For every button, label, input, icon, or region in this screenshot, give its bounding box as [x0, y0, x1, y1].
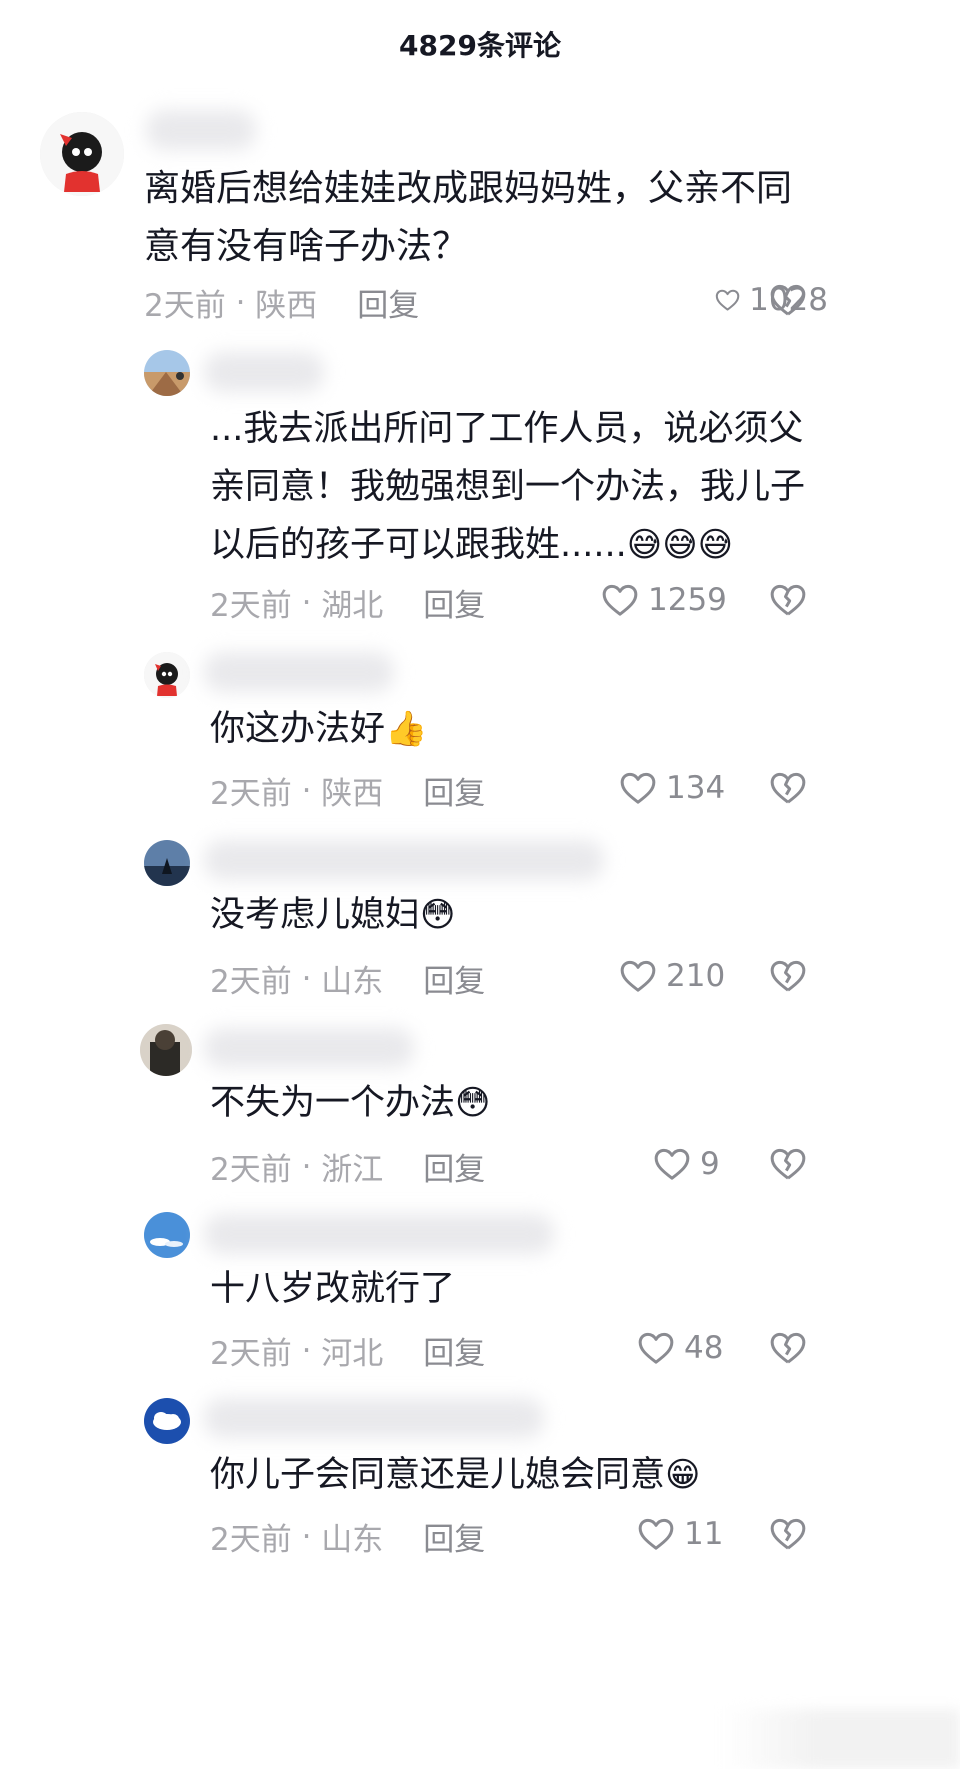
comment-location: 山东	[321, 964, 384, 1000]
like-button[interactable]: 210	[618, 956, 725, 996]
avatar[interactable]	[40, 112, 124, 196]
dislike-button[interactable]	[768, 1514, 808, 1554]
comment-text: 你儿子会同意还是儿媳会同意😁	[210, 1446, 830, 1504]
comments-header: 4829条评论	[0, 0, 960, 88]
username-blurred[interactable]	[146, 110, 256, 150]
username-blurred[interactable]	[204, 840, 604, 880]
broken-heart-icon	[770, 960, 806, 992]
comment-time: 2天前	[144, 288, 226, 324]
reply-button[interactable]: 回复	[357, 280, 419, 325]
comment-location: 浙江	[321, 1152, 384, 1188]
emoji: 👍	[385, 709, 428, 749]
reply-button[interactable]: 回复	[423, 580, 485, 625]
comment-time: 2天前	[210, 964, 292, 1000]
broken-heart-icon	[770, 1518, 806, 1550]
comment-text: 不失为一个办法😳	[210, 1074, 830, 1132]
comment-meta: 2天前 · 陕西 回复	[144, 280, 419, 325]
comment-location: 陕西	[321, 776, 384, 812]
avatar[interactable]	[144, 652, 190, 698]
reply-button[interactable]: 回复	[423, 768, 485, 813]
avatar[interactable]	[144, 350, 190, 396]
comment-time: 2天前	[210, 1152, 292, 1188]
dislike-button[interactable]	[768, 956, 808, 996]
meta-dot: ·	[291, 584, 322, 621]
meta-dot: ·	[291, 1518, 322, 1555]
broken-heart-icon	[770, 284, 806, 316]
comment-meta: 2天前 · 陕西 回复	[210, 768, 485, 813]
like-count: 11	[684, 1516, 724, 1552]
broken-heart-icon	[770, 1332, 806, 1364]
comment-meta: 2天前 · 浙江 回复	[210, 1144, 485, 1189]
broken-heart-icon	[770, 1148, 806, 1180]
comment-time: 2天前	[210, 1522, 292, 1558]
avatar[interactable]	[144, 840, 190, 886]
meta-dot: ·	[225, 284, 256, 321]
like-button[interactable]: 134	[618, 768, 725, 808]
dislike-button[interactable]	[768, 1144, 808, 1184]
dislike-button[interactable]	[768, 580, 808, 620]
avatar[interactable]	[140, 1024, 192, 1076]
like-count: 210	[666, 958, 726, 994]
comment-location: 河北	[321, 1336, 384, 1372]
comment-location: 山东	[321, 1522, 384, 1558]
comment-time: 2天前	[210, 776, 292, 812]
username-blurred[interactable]	[204, 652, 394, 692]
broken-heart-icon	[770, 584, 806, 616]
reply-button[interactable]: 回复	[423, 1328, 485, 1373]
reply-button[interactable]: 回复	[423, 1514, 485, 1559]
meta-dot: ·	[291, 1332, 322, 1369]
dislike-button[interactable]	[768, 1328, 808, 1368]
comment-count-title: 4829条评论	[399, 29, 561, 62]
comment-text: 十八岁改就行了	[210, 1269, 456, 1309]
watermark-blur	[720, 1709, 960, 1769]
heart-outline-icon	[638, 1332, 674, 1364]
comment-meta: 2天前 · 山东 回复	[210, 956, 485, 1001]
emoji: 😳	[455, 1083, 491, 1123]
like-count: 1259	[648, 582, 727, 618]
comment-text: ...我去派出所问了工作人员，说必须父 亲同意！我勉强想到一个办法，我儿子 以后…	[210, 400, 830, 574]
comment-text: 没考虑儿媳妇😳	[210, 886, 830, 944]
username-blurred[interactable]	[204, 352, 324, 392]
avatar[interactable]	[144, 1398, 190, 1444]
like-button[interactable]: 48	[636, 1328, 723, 1368]
like-button[interactable]: 9	[652, 1144, 720, 1184]
like-count: 134	[666, 770, 726, 806]
like-button[interactable]: 1259	[600, 580, 727, 620]
comment-location: 陕西	[255, 288, 318, 324]
like-count: 48	[684, 1330, 724, 1366]
comment-time: 2天前	[210, 1336, 292, 1372]
emoji: 😳	[420, 895, 456, 935]
comment-text: 你这办法好👍	[210, 700, 830, 758]
avatar[interactable]	[144, 1212, 190, 1258]
comment-time: 2天前	[210, 588, 292, 624]
meta-dot: ·	[291, 960, 322, 997]
username-blurred[interactable]	[204, 1028, 414, 1068]
username-blurred[interactable]	[204, 1214, 554, 1254]
reply-button[interactable]: 回复	[423, 1144, 485, 1189]
heart-outline-icon	[620, 772, 656, 804]
dislike-button[interactable]	[768, 768, 808, 808]
comment-location: 湖北	[321, 588, 384, 624]
like-count: 9	[700, 1146, 720, 1182]
meta-dot: ·	[291, 1148, 322, 1185]
username-blurred[interactable]	[204, 1398, 544, 1438]
meta-dot: ·	[291, 772, 322, 809]
reply-button[interactable]: 回复	[423, 956, 485, 1001]
emoji: 😁	[665, 1455, 701, 1495]
heart-outline-icon	[638, 1518, 674, 1550]
heart-outline-icon	[620, 960, 656, 992]
comment-meta: 2天前 · 湖北 回复	[210, 580, 485, 625]
heart-outline-icon	[715, 289, 740, 311]
comment-meta: 2天前 · 山东 回复	[210, 1514, 485, 1559]
comment-meta: 2天前 · 河北 回复	[210, 1328, 485, 1373]
dislike-button[interactable]	[768, 280, 808, 320]
broken-heart-icon	[770, 772, 806, 804]
like-button[interactable]: 11	[636, 1514, 723, 1554]
emoji: 😅😅😅	[626, 525, 734, 565]
heart-outline-icon	[602, 584, 638, 616]
heart-outline-icon	[654, 1148, 690, 1180]
comment-text: 离婚后想给娃娃改成跟妈妈姓，父亲不同 意有没有啥子办法？	[144, 168, 793, 267]
